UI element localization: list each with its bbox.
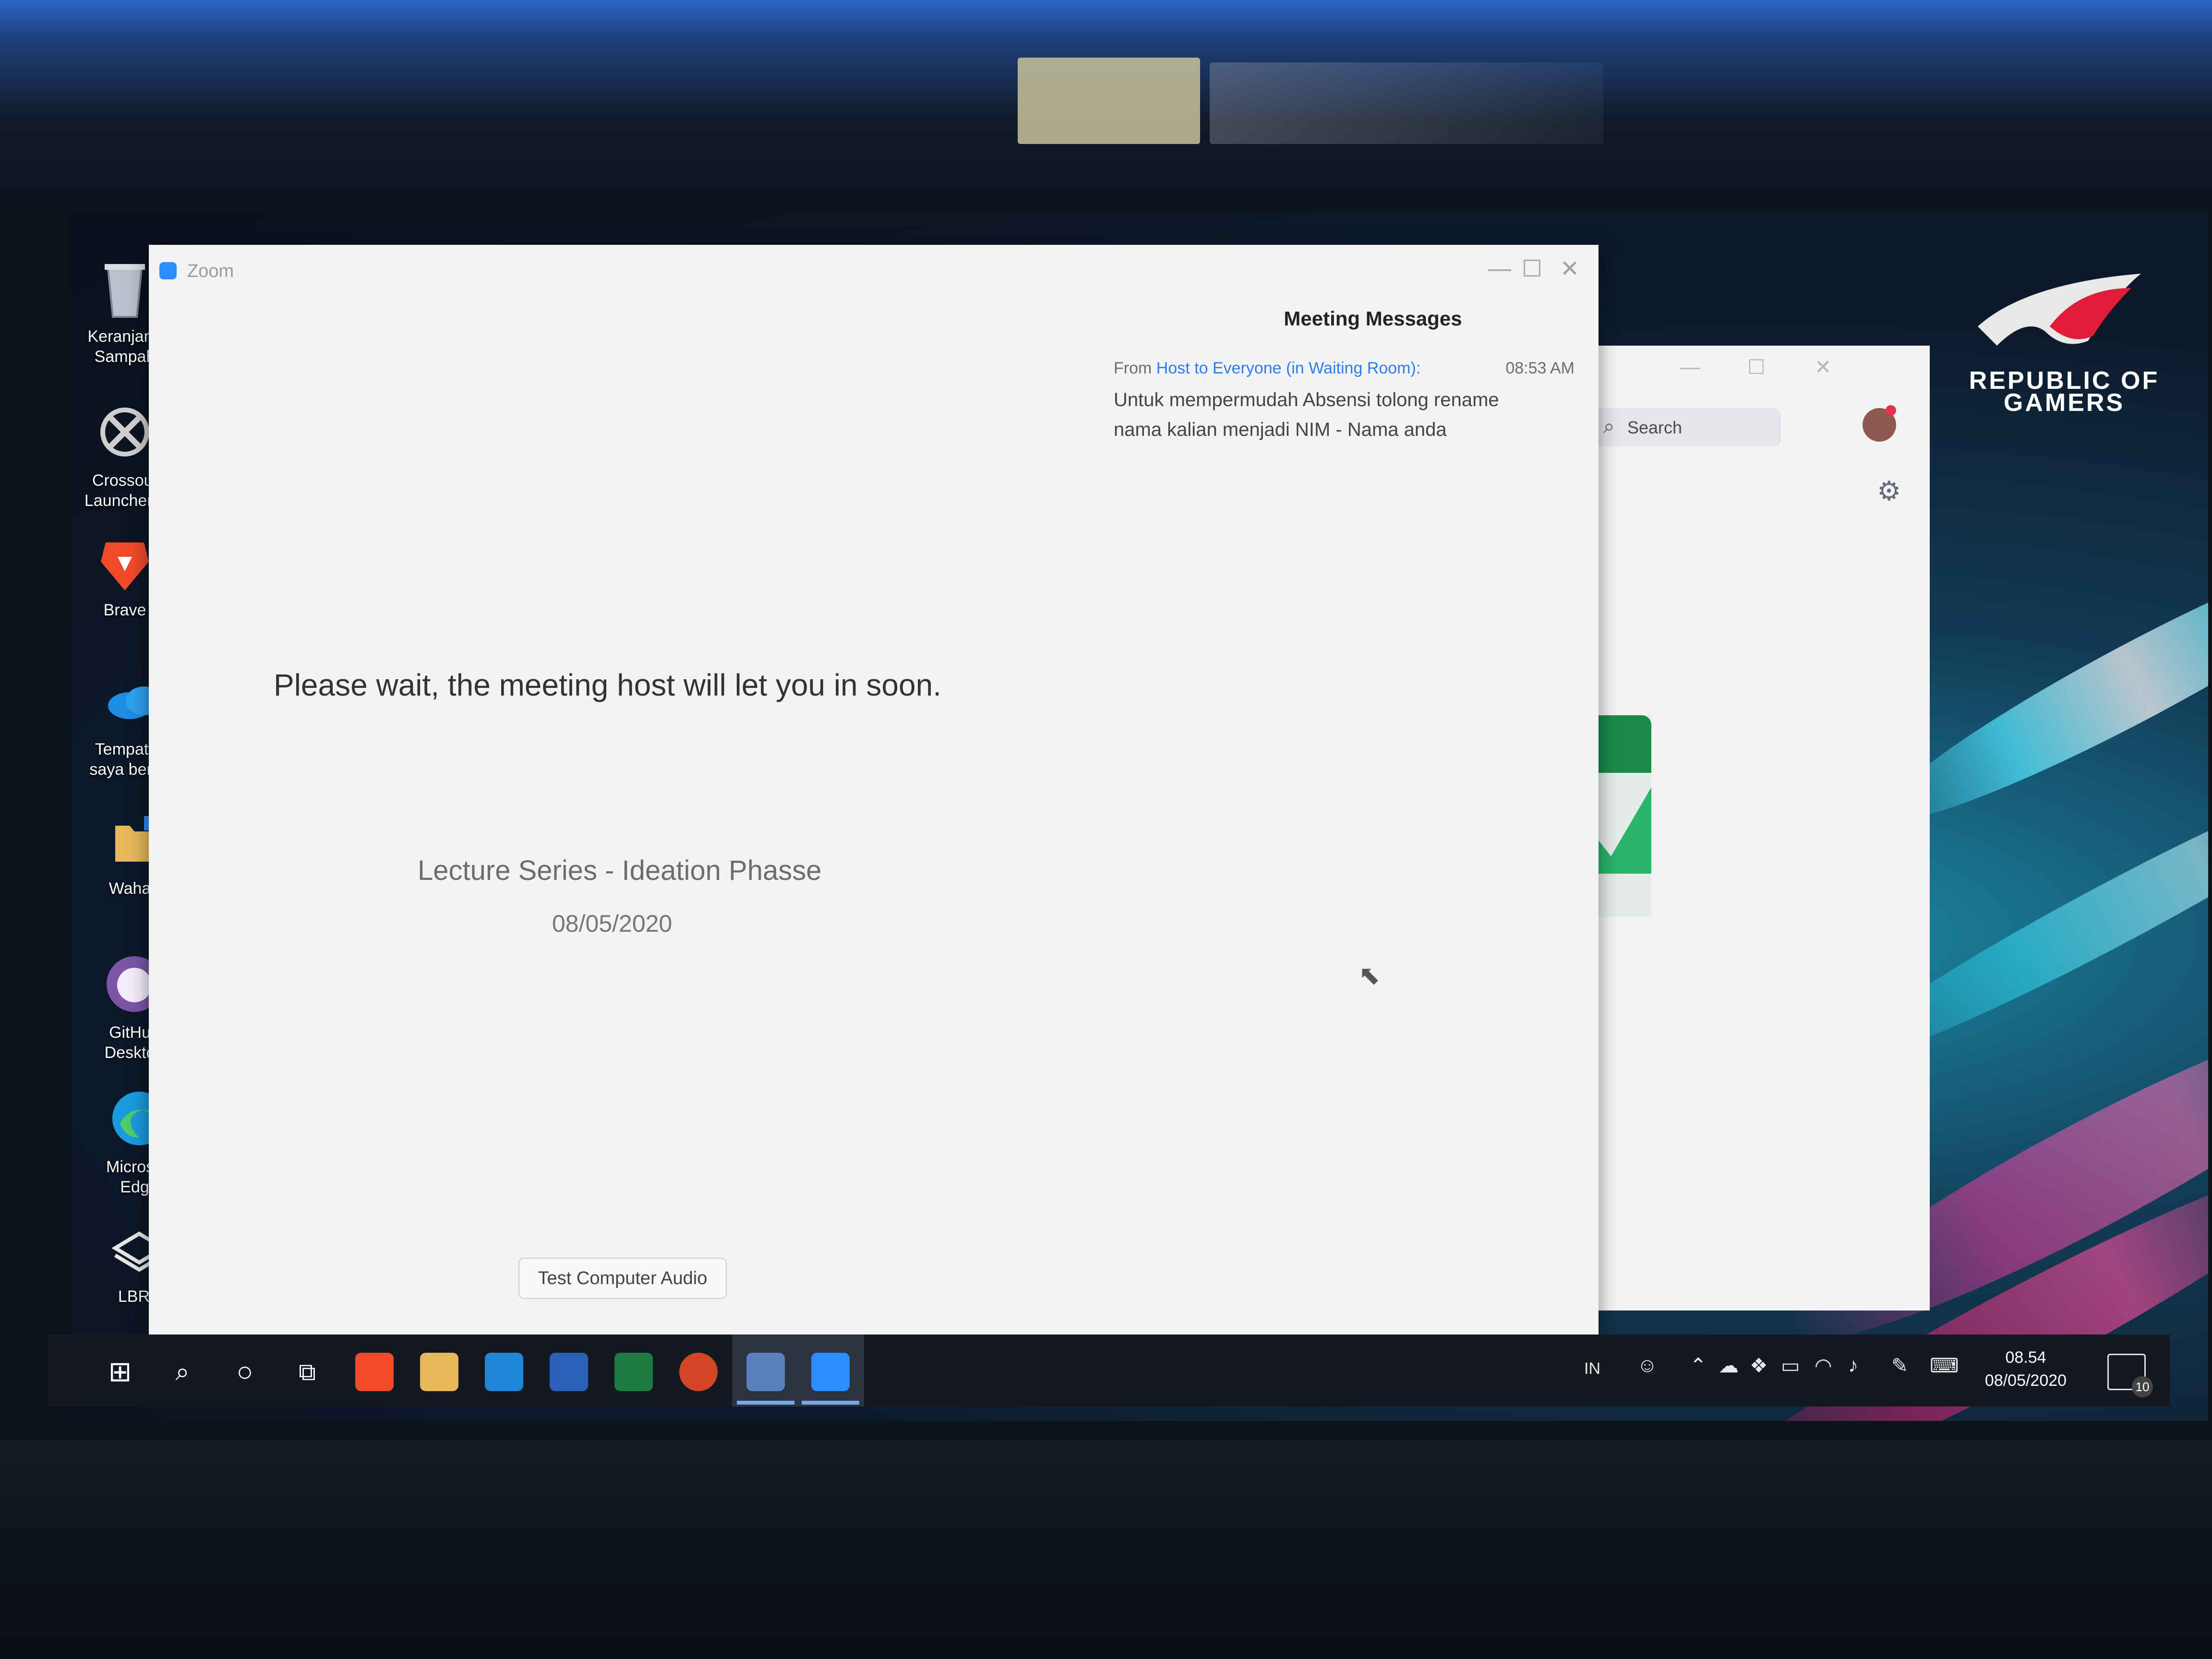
close-button[interactable]: ✕	[1815, 355, 1831, 379]
zoom-meetings-icon[interactable]	[746, 1353, 785, 1391]
taskbar: ⊞ ⌕ ○ ⧉ IN ☺ ⌃ ☁ ❖ ▭ ◠ ♪ ✎ ⌨ 08.54 08/05…	[48, 1334, 2170, 1407]
file-explorer-icon[interactable]	[420, 1353, 458, 1391]
webcam-tape	[1018, 58, 1200, 144]
rog-text: REPUBLIC OF GAMERS	[1969, 367, 2160, 417]
zoom-icon[interactable]	[811, 1353, 850, 1391]
message-text: Untuk mempermudah Absensi tolong rename …	[1114, 389, 1499, 440]
maximize-button[interactable]: ☐	[1522, 255, 1542, 282]
excel-icon[interactable]	[614, 1353, 653, 1391]
powerpoint-icon[interactable]	[679, 1353, 718, 1391]
pen-icon[interactable]: ✎	[1891, 1354, 1908, 1377]
meeting-date: 08/05/2020	[552, 910, 673, 937]
brave-lion-icon	[91, 528, 158, 595]
clock-date: 08/05/2020	[1984, 1371, 2067, 1390]
word-icon[interactable]	[550, 1353, 588, 1391]
avatar[interactable]	[1863, 405, 1896, 442]
desktop-screen: REPUBLIC OF GAMERS Keranjang Sampah Cros…	[72, 211, 2208, 1421]
taskbar-clock[interactable]: 08.54 08/05/2020	[1968, 1346, 2083, 1392]
maximize-button[interactable]: ☐	[1747, 355, 1766, 379]
transparent-tape	[1210, 62, 1603, 144]
battery-icon[interactable]: ▭	[1781, 1354, 1800, 1377]
search-icon[interactable]: ⌕	[163, 1353, 202, 1391]
people-icon[interactable]: ☺	[1637, 1354, 1658, 1377]
test-computer-audio-button[interactable]: Test Computer Audio	[518, 1258, 727, 1299]
zoom-client-window[interactable]: — ☐ ✕ ⌕ Search ⚙	[1584, 346, 1930, 1310]
message-from-prefix: From	[1114, 359, 1152, 377]
waiting-message: Please wait, the meeting host will let y…	[274, 668, 941, 702]
brave-icon[interactable]	[355, 1353, 394, 1391]
recycle-bin-icon	[91, 254, 158, 322]
clock-time: 08.54	[2005, 1348, 2046, 1367]
minimize-button[interactable]: —	[1680, 355, 1700, 378]
rog-eye-icon	[1978, 274, 2141, 346]
message-sender: Host to Everyone (in Waiting Room):	[1156, 359, 1421, 377]
mouse-cursor-icon: ⬉	[1358, 961, 1381, 990]
message-time: 08:53 AM	[1505, 359, 1575, 377]
meeting-title: Lecture Series - Ideation Phasse	[418, 855, 822, 886]
meeting-messages-panel: Meeting Messages From Host to Everyone (…	[1114, 307, 1575, 445]
window-titlebar: — ☐ ✕	[1584, 346, 1930, 403]
meeting-messages-heading: Meeting Messages	[1284, 307, 1462, 330]
search-icon: ⌕	[1603, 415, 1615, 437]
message-meta: From Host to Everyone (in Waiting Room):…	[1114, 359, 1575, 383]
dropbox-icon[interactable]: ❖	[1750, 1354, 1768, 1377]
bottom-bezel	[0, 1440, 2212, 1659]
language-indicator[interactable]: IN	[1584, 1359, 1600, 1378]
minimize-button[interactable]: —	[1488, 255, 1511, 282]
mail-icon[interactable]	[485, 1353, 523, 1391]
search-input[interactable]: ⌕ Search	[1594, 408, 1781, 446]
keyboard-icon[interactable]: ⌨	[1930, 1354, 1959, 1377]
onedrive-tray-icon[interactable]: ☁	[1719, 1354, 1739, 1377]
cortana-icon[interactable]: ○	[226, 1353, 264, 1391]
notification-center-icon[interactable]: 10	[2107, 1354, 2153, 1397]
task-view-icon[interactable]: ⧉	[288, 1353, 326, 1391]
gear-icon[interactable]: ⚙	[1877, 475, 1901, 507]
crossout-icon	[91, 398, 158, 466]
start-icon[interactable]: ⊞	[101, 1353, 139, 1391]
volume-icon[interactable]: ♪	[1848, 1354, 1858, 1377]
rog-logo: REPUBLIC OF GAMERS	[1939, 269, 2189, 417]
close-button[interactable]: ✕	[1560, 255, 1579, 282]
zoom-waiting-room-window[interactable]: Zoom — ☐ ✕ Meeting Messages From Host to…	[149, 245, 1599, 1344]
window-titlebar: Zoom — ☐ ✕	[149, 245, 1599, 298]
notification-count-badge: 10	[2132, 1376, 2153, 1397]
window-title: Zoom	[187, 261, 234, 281]
wifi-icon[interactable]: ◠	[1815, 1354, 1832, 1377]
zoom-logo-icon	[159, 262, 177, 279]
search-placeholder: Search	[1627, 418, 1683, 437]
chevron-up-icon[interactable]: ⌃	[1690, 1354, 1707, 1377]
